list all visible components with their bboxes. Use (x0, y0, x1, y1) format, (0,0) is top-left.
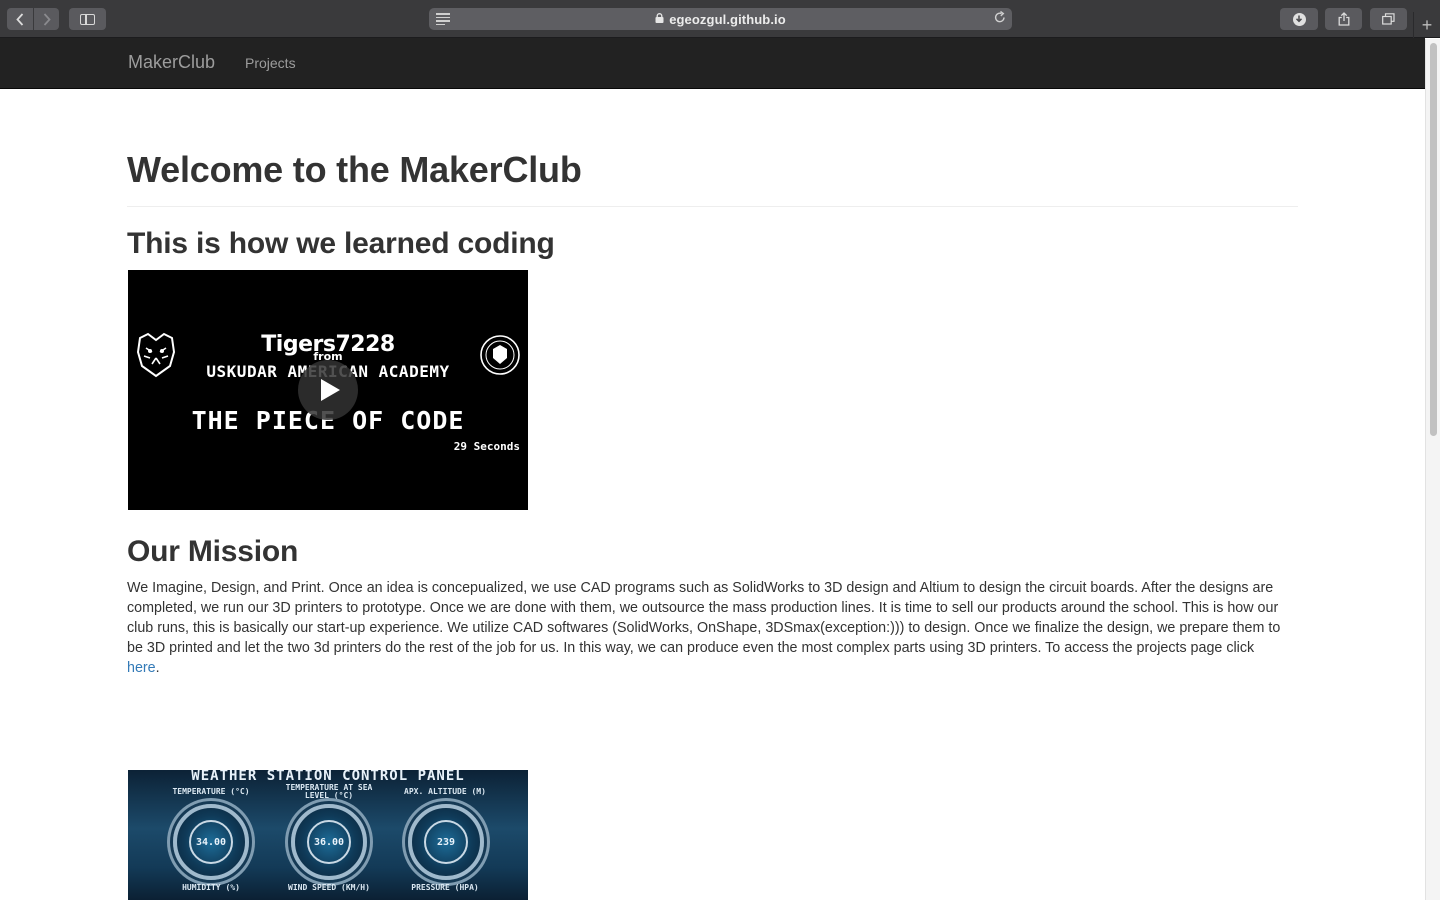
download-icon (1292, 12, 1306, 26)
video-duration: 29 Seconds (453, 440, 520, 453)
mission-heading: Our Mission (127, 535, 299, 568)
school-crest-icon (480, 335, 520, 375)
brand-link[interactable]: MakerClub (128, 52, 215, 73)
gauge-label: PRESSURE (HPA) (411, 883, 479, 892)
coding-heading: This is how we learned coding (127, 227, 555, 260)
sidebar-icon (80, 13, 95, 25)
back-button[interactable] (7, 8, 33, 30)
tabs-icon (1382, 13, 1395, 25)
sea-level-temperature-gauge: 36.00 (291, 804, 367, 880)
address-bar[interactable]: egeozgul.github.io (429, 8, 1012, 30)
new-tab-button[interactable]: + (1413, 12, 1440, 38)
gauge-value: 34.00 (189, 820, 233, 864)
gauge-label: TEMPERATURE AT SEA LEVEL (°C) (285, 783, 373, 800)
panel-title: WEATHER STATION CONTROL PANEL (191, 770, 465, 784)
mission-paragraph: We Imagine, Design, and Print. Once an i… (127, 578, 1287, 678)
nav-link-projects[interactable]: Projects (245, 55, 296, 71)
sidebar-toggle-button[interactable] (69, 8, 106, 30)
altitude-gauge: 239 (408, 804, 484, 880)
page-title: Welcome to the MakerClub (127, 149, 582, 190)
gauge-label: HUMIDITY (%) (182, 883, 240, 892)
page-scrollbar[interactable] (1425, 39, 1440, 900)
plus-icon: + (1421, 14, 1433, 35)
lock-icon (655, 13, 664, 23)
gauge-value: 36.00 (307, 820, 351, 864)
share-button[interactable] (1325, 8, 1362, 30)
browser-toolbar: egeozgul.github.io + (0, 0, 1440, 38)
url-text: egeozgul.github.io (669, 11, 786, 27)
site-navbar: MakerClub Projects (0, 38, 1425, 89)
mission-text: We Imagine, Design, and Print. Once an i… (127, 580, 1281, 656)
chevron-right-icon (43, 12, 51, 26)
projects-here-link[interactable]: here (127, 660, 156, 676)
scrollbar-thumb[interactable] (1430, 43, 1437, 436)
play-button[interactable] (298, 360, 358, 420)
gauge-label: TEMPERATURE (°C) (172, 787, 250, 796)
gauge-value: 239 (424, 820, 468, 864)
video-player[interactable]: Tigers7228 from USKUDAR AMERICAN ACADEMY… (128, 270, 528, 510)
gauge-label: APX. ALTITUDE (M) (404, 787, 486, 796)
weather-station-image: WEATHER STATION CONTROL PANEL TEMPERATUR… (128, 770, 528, 900)
temperature-gauge: 34.00 (173, 804, 249, 880)
chevron-left-icon (16, 12, 24, 26)
title-divider (127, 206, 1298, 207)
share-icon (1338, 12, 1349, 26)
tab-overview-button[interactable] (1370, 8, 1407, 30)
gauge-label: WIND SPEED (KM/H) (288, 883, 370, 892)
mission-end: . (155, 660, 160, 676)
forward-button[interactable] (34, 8, 59, 30)
reload-icon[interactable] (994, 10, 1006, 27)
downloads-button[interactable] (1280, 8, 1318, 30)
